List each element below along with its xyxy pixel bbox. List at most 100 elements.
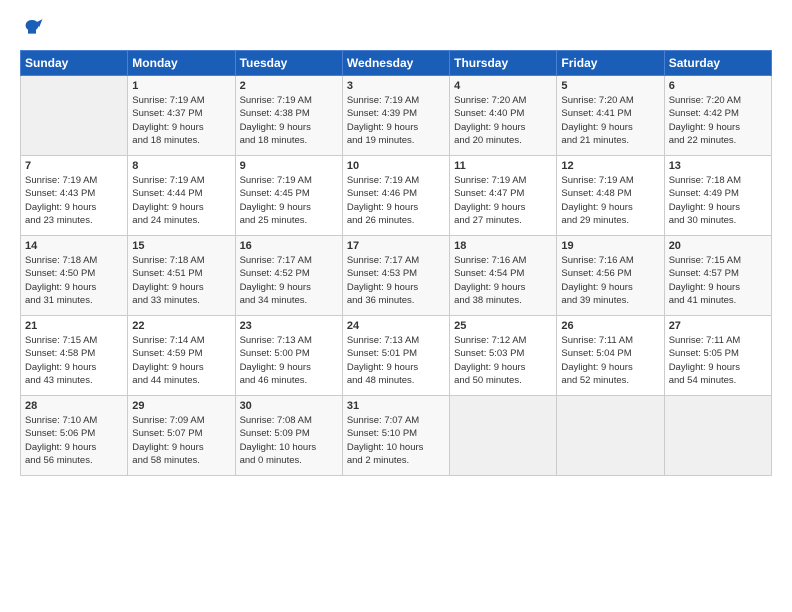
day-number: 29: [132, 400, 230, 412]
cell-info-line: Daylight: 9 hours: [561, 121, 659, 134]
cell-info-line: Sunrise: 7:09 AM: [132, 414, 230, 427]
cell-info-line: Daylight: 9 hours: [561, 361, 659, 374]
cell-info-line: Sunrise: 7:19 AM: [132, 94, 230, 107]
day-number: 30: [240, 400, 338, 412]
calendar-week-row: 7Sunrise: 7:19 AMSunset: 4:43 PMDaylight…: [21, 156, 772, 236]
cell-info-line: and 44 minutes.: [132, 374, 230, 387]
calendar-cell: 1Sunrise: 7:19 AMSunset: 4:37 PMDaylight…: [128, 76, 235, 156]
day-number: 16: [240, 240, 338, 252]
cell-info-line: Sunset: 5:10 PM: [347, 427, 445, 440]
day-number: 8: [132, 160, 230, 172]
cell-info-line: Sunrise: 7:14 AM: [132, 334, 230, 347]
cell-info-line: Sunset: 4:52 PM: [240, 267, 338, 280]
cell-info-line: Sunset: 5:09 PM: [240, 427, 338, 440]
day-header-thursday: Thursday: [450, 51, 557, 76]
cell-info-line: and 0 minutes.: [240, 454, 338, 467]
cell-info-line: Sunrise: 7:19 AM: [240, 94, 338, 107]
day-number: 28: [25, 400, 123, 412]
cell-info-line: Sunset: 4:57 PM: [669, 267, 767, 280]
cell-info-line: Sunrise: 7:10 AM: [25, 414, 123, 427]
cell-info-line: Sunset: 4:58 PM: [25, 347, 123, 360]
cell-info-line: and 30 minutes.: [669, 214, 767, 227]
cell-info-line: Sunrise: 7:16 AM: [561, 254, 659, 267]
cell-info-line: and 33 minutes.: [132, 294, 230, 307]
cell-info-line: Sunrise: 7:19 AM: [132, 174, 230, 187]
cell-info-line: Daylight: 9 hours: [25, 201, 123, 214]
cell-info-line: Sunrise: 7:19 AM: [240, 174, 338, 187]
cell-info-line: and 29 minutes.: [561, 214, 659, 227]
day-number: 10: [347, 160, 445, 172]
cell-info-line: Sunrise: 7:17 AM: [240, 254, 338, 267]
calendar-cell: 10Sunrise: 7:19 AMSunset: 4:46 PMDayligh…: [342, 156, 449, 236]
calendar-cell: 27Sunrise: 7:11 AMSunset: 5:05 PMDayligh…: [664, 316, 771, 396]
cell-info-line: and 48 minutes.: [347, 374, 445, 387]
cell-info-line: Sunrise: 7:19 AM: [347, 174, 445, 187]
cell-info-line: Sunset: 4:42 PM: [669, 107, 767, 120]
day-number: 18: [454, 240, 552, 252]
cell-info-line: and 52 minutes.: [561, 374, 659, 387]
cell-info-line: Sunrise: 7:15 AM: [669, 254, 767, 267]
cell-info-line: Sunset: 4:40 PM: [454, 107, 552, 120]
calendar-cell: 6Sunrise: 7:20 AMSunset: 4:42 PMDaylight…: [664, 76, 771, 156]
calendar-cell: 29Sunrise: 7:09 AMSunset: 5:07 PMDayligh…: [128, 396, 235, 476]
cell-info-line: Sunset: 5:05 PM: [669, 347, 767, 360]
day-number: 17: [347, 240, 445, 252]
calendar-cell: 20Sunrise: 7:15 AMSunset: 4:57 PMDayligh…: [664, 236, 771, 316]
cell-info-line: Daylight: 9 hours: [240, 121, 338, 134]
cell-info-line: Sunset: 4:48 PM: [561, 187, 659, 200]
cell-info-line: Daylight: 9 hours: [25, 361, 123, 374]
cell-info-line: Daylight: 9 hours: [454, 201, 552, 214]
cell-info-line: Sunrise: 7:13 AM: [240, 334, 338, 347]
cell-info-line: Daylight: 9 hours: [669, 121, 767, 134]
cell-info-line: Sunset: 4:56 PM: [561, 267, 659, 280]
calendar-cell: [664, 396, 771, 476]
day-header-tuesday: Tuesday: [235, 51, 342, 76]
cell-info-line: and 41 minutes.: [669, 294, 767, 307]
calendar-cell: 14Sunrise: 7:18 AMSunset: 4:50 PMDayligh…: [21, 236, 128, 316]
cell-info-line: Daylight: 9 hours: [347, 281, 445, 294]
calendar-cell: 13Sunrise: 7:18 AMSunset: 4:49 PMDayligh…: [664, 156, 771, 236]
calendar-cell: 4 Sunrise: 7:20 AMSunset: 4:40 PMDaylight…: [450, 76, 557, 156]
calendar-cell: [21, 76, 128, 156]
cell-info-line: Sunrise: 7:20 AM: [561, 94, 659, 107]
day-number: 31: [347, 400, 445, 412]
cell-info-line: Daylight: 9 hours: [132, 121, 230, 134]
calendar-cell: 21Sunrise: 7:15 AMSunset: 4:58 PMDayligh…: [21, 316, 128, 396]
cell-info-line: Daylight: 9 hours: [454, 121, 552, 134]
cell-info-line: and 2 minutes.: [347, 454, 445, 467]
cell-info-line: Sunset: 4:50 PM: [25, 267, 123, 280]
day-number: 15: [132, 240, 230, 252]
cell-info-line: Sunrise: 7:19 AM: [454, 174, 552, 187]
day-number: 13: [669, 160, 767, 172]
day-number: 4: [454, 80, 552, 92]
day-number: 2: [240, 80, 338, 92]
cell-info-line: Sunset: 4:51 PM: [132, 267, 230, 280]
cell-info-line: Sunrise: 7:16 AM: [454, 254, 552, 267]
cell-info-line: Sunrise: 7:20 AM: [454, 94, 552, 107]
calendar-cell: 3Sunrise: 7:19 AMSunset: 4:39 PMDaylight…: [342, 76, 449, 156]
cell-info-line: and 25 minutes.: [240, 214, 338, 227]
calendar-cell: 8Sunrise: 7:19 AMSunset: 4:44 PMDaylight…: [128, 156, 235, 236]
cell-info-line: Sunrise: 7:12 AM: [454, 334, 552, 347]
calendar-cell: 9Sunrise: 7:19 AMSunset: 4:45 PMDaylight…: [235, 156, 342, 236]
calendar-cell: [557, 396, 664, 476]
cell-info-line: Sunset: 4:43 PM: [25, 187, 123, 200]
cell-info-line: Sunrise: 7:20 AM: [669, 94, 767, 107]
cell-info-line: Sunset: 4:41 PM: [561, 107, 659, 120]
cell-info-line: and 56 minutes.: [25, 454, 123, 467]
cell-info-line: Daylight: 9 hours: [561, 281, 659, 294]
logo-icon: [20, 16, 44, 40]
day-number: 5: [561, 80, 659, 92]
day-number: 27: [669, 320, 767, 332]
cell-info-line: Sunset: 4:46 PM: [347, 187, 445, 200]
day-header-friday: Friday: [557, 51, 664, 76]
day-number: 7: [25, 160, 123, 172]
cell-info-line: Daylight: 9 hours: [25, 441, 123, 454]
calendar-cell: 25Sunrise: 7:12 AMSunset: 5:03 PMDayligh…: [450, 316, 557, 396]
calendar-cell: 31Sunrise: 7:07 AMSunset: 5:10 PMDayligh…: [342, 396, 449, 476]
cell-info-line: and 21 minutes.: [561, 134, 659, 147]
cell-info-line: Sunrise: 7:08 AM: [240, 414, 338, 427]
logo: [20, 16, 48, 40]
cell-info-line: and 38 minutes.: [454, 294, 552, 307]
cell-info-line: and 27 minutes.: [454, 214, 552, 227]
